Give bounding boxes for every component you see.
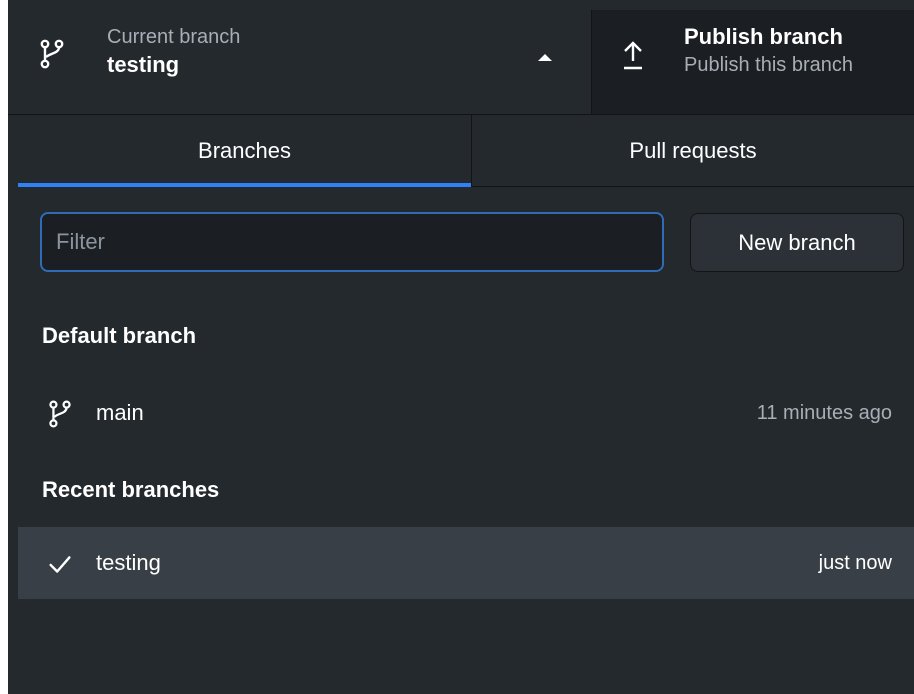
current-branch-button[interactable]: Current branch testing: [18, 10, 592, 114]
git-branch-icon: [49, 400, 71, 428]
tab-branches[interactable]: Branches: [18, 115, 472, 187]
branch-timestamp: 11 minutes ago: [756, 402, 892, 424]
publish-branch-button[interactable]: Publish branch Publish this branch: [592, 10, 914, 114]
tab-pull-requests[interactable]: Pull requests: [472, 115, 914, 187]
caret-up-icon: [538, 54, 552, 61]
branch-name: main: [96, 400, 144, 425]
publish-title: Publish branch: [684, 24, 843, 49]
branch-dropdown-screen: Current branch testing Publish branch Pu…: [0, 0, 914, 694]
new-branch-label: New branch: [738, 229, 856, 255]
recent-branches-header: Recent branches: [42, 477, 220, 502]
upload-icon: [624, 41, 642, 70]
branch-row-testing[interactable]: testing just now: [18, 527, 914, 599]
tab-branches-label: Branches: [198, 138, 291, 163]
branch-name: testing: [96, 550, 161, 575]
current-branch-label: Current branch: [107, 26, 241, 48]
active-tab-indicator: [18, 183, 471, 187]
publish-text: Publish branch Publish this branch: [684, 22, 853, 78]
branches-panel: Branches Pull requests New branch Defaul…: [18, 115, 914, 694]
current-branch-name: testing: [107, 52, 180, 77]
checkmark-icon: [49, 556, 71, 573]
left-edge: [0, 0, 8, 694]
publish-subtitle: Publish this branch: [684, 54, 853, 76]
toolbar: Current branch testing Publish branch Pu…: [18, 10, 914, 114]
git-branch-icon: [40, 39, 64, 69]
new-branch-button[interactable]: New branch: [690, 213, 904, 272]
default-branch-header: Default branch: [42, 323, 197, 348]
current-branch-text: Current branch testing: [107, 24, 240, 80]
tab-pull-requests-label: Pull requests: [629, 138, 757, 163]
branch-row-main[interactable]: main 11 minutes ago: [18, 377, 914, 449]
branch-timestamp: just now: [818, 552, 892, 574]
filter-input[interactable]: [40, 212, 664, 272]
tab-bar: Branches Pull requests: [18, 115, 914, 187]
